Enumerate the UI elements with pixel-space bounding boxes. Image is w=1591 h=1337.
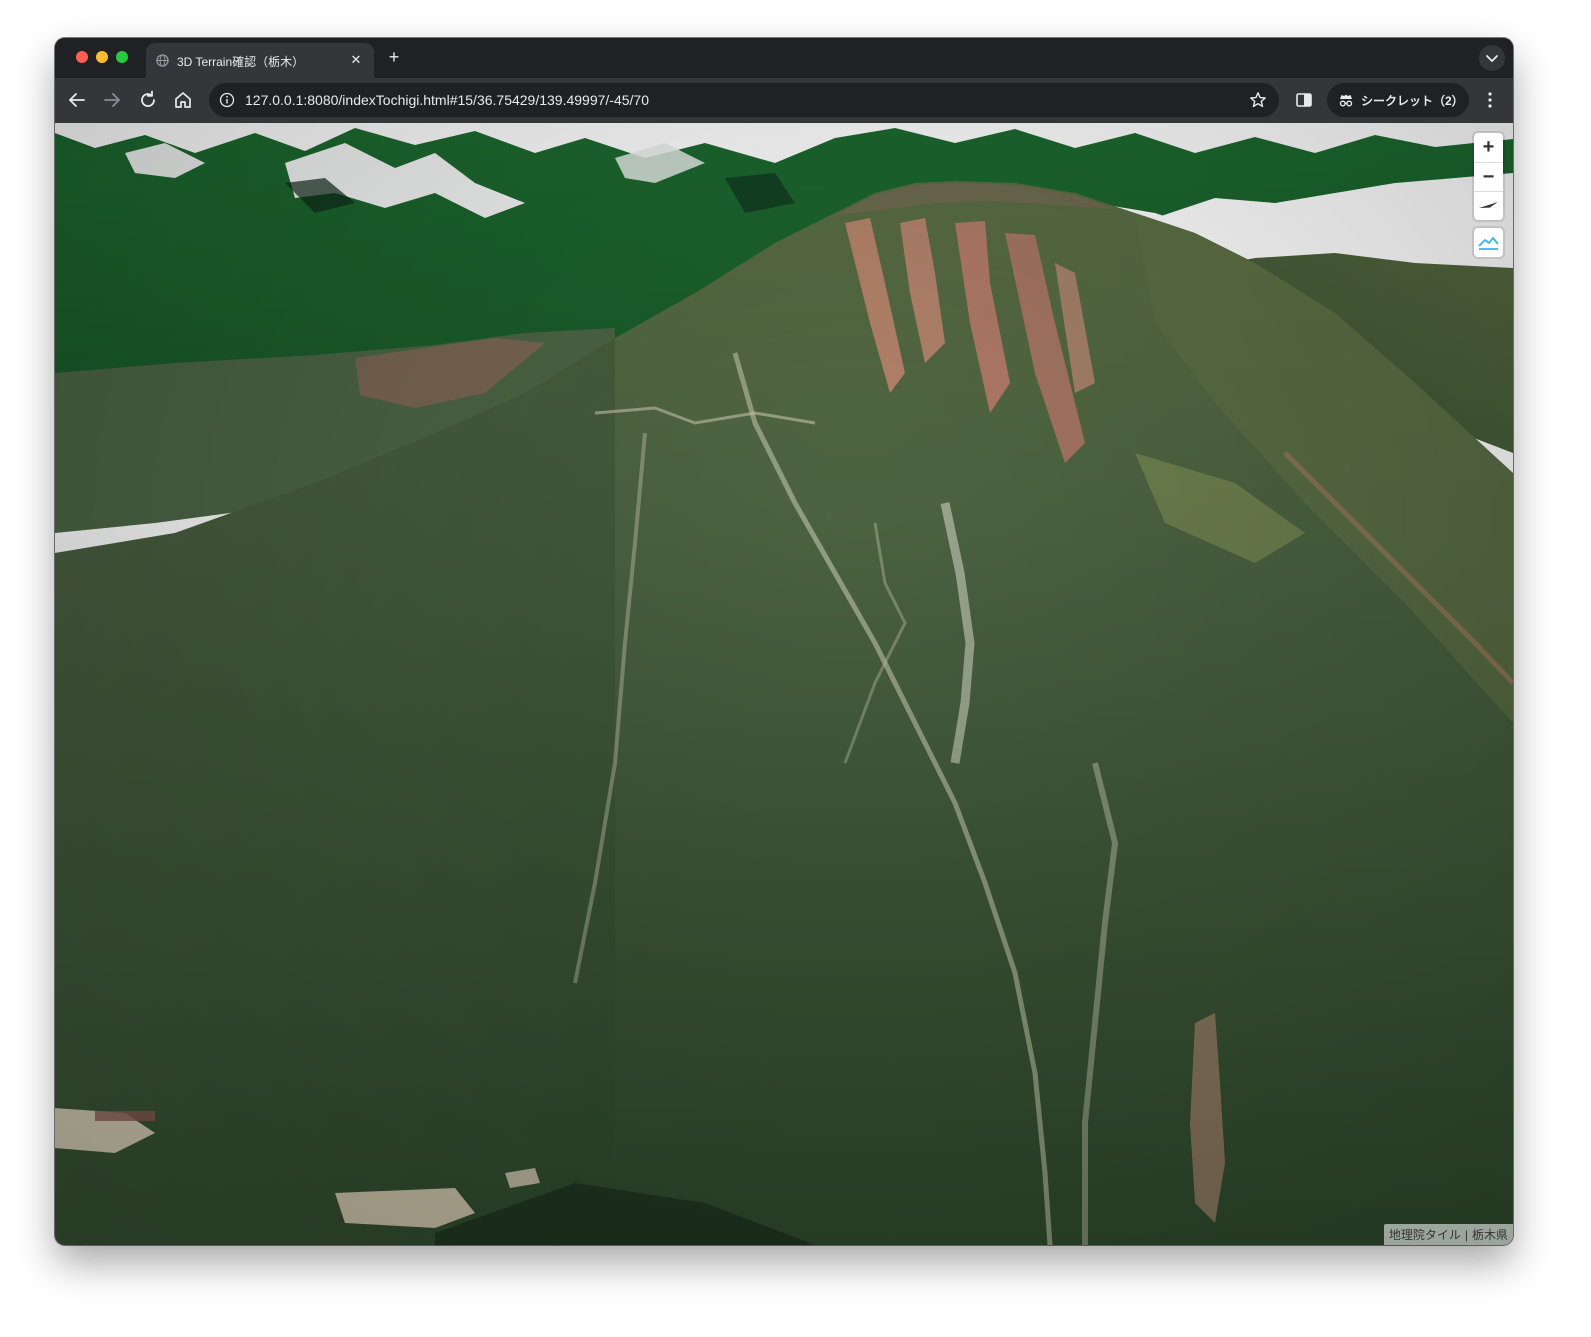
tab-search-button[interactable] (1479, 45, 1505, 71)
new-tab-button[interactable]: + (384, 47, 404, 67)
navigation-control: + − (1474, 133, 1503, 220)
side-panel-icon[interactable] (1293, 89, 1315, 111)
tab-strip: 3D Terrain確認（栃木） ✕ + (55, 38, 1513, 78)
incognito-label: シークレット（2） (1361, 94, 1464, 108)
zoom-out-button[interactable]: − (1474, 162, 1503, 192)
reload-icon[interactable] (136, 88, 160, 112)
browser-window: 3D Terrain確認（栃木） ✕ + 127.0.0.1:8080/inde… (55, 38, 1513, 1245)
back-arrow-icon[interactable] (65, 88, 89, 112)
compass-button[interactable] (1474, 191, 1503, 221)
compass-icon (1479, 202, 1498, 208)
map-viewport[interactable]: + − 地理院タイル | 栃木県 (55, 123, 1513, 1245)
browser-toolbar: 127.0.0.1:8080/indexTochigi.html#15/36.7… (55, 78, 1513, 123)
home-icon[interactable] (171, 88, 195, 112)
incognito-icon (1339, 94, 1353, 107)
tab-search-chevron-icon (1486, 55, 1498, 62)
tab-active[interactable]: 3D Terrain確認（栃木） ✕ (146, 43, 374, 78)
kebab-menu-icon[interactable] (1479, 89, 1501, 111)
zoom-window-button[interactable] (116, 51, 128, 63)
address-bar[interactable]: 127.0.0.1:8080/indexTochigi.html#15/36.7… (209, 83, 1279, 117)
incognito-profile-button[interactable]: シークレット（2） (1327, 83, 1469, 117)
terrain-toggle-button[interactable] (1474, 228, 1503, 257)
terrain-toggle-icon (1478, 237, 1499, 250)
attribution-gsi-link[interactable]: 地理院タイル (1389, 1228, 1461, 1242)
bookmark-star-icon[interactable] (1249, 91, 1267, 109)
map-attribution: 地理院タイル | 栃木県 (1383, 1224, 1513, 1245)
close-window-button[interactable] (76, 51, 88, 63)
globe-icon (156, 54, 169, 67)
minimize-window-button[interactable] (96, 51, 108, 63)
terrain-3d-view[interactable] (55, 123, 1513, 1245)
url-text[interactable]: 127.0.0.1:8080/indexTochigi.html#15/36.7… (245, 92, 649, 108)
attribution-tochigi: 栃木県 (1471, 1228, 1508, 1242)
info-icon[interactable] (219, 92, 235, 108)
tab-title: 3D Terrain確認（栃木） (177, 55, 305, 69)
zoom-in-button[interactable]: + (1474, 133, 1503, 162)
tab-close-button[interactable]: ✕ (348, 52, 364, 68)
attribution-separator: | (1464, 1228, 1468, 1242)
forward-arrow-icon[interactable] (100, 88, 124, 112)
